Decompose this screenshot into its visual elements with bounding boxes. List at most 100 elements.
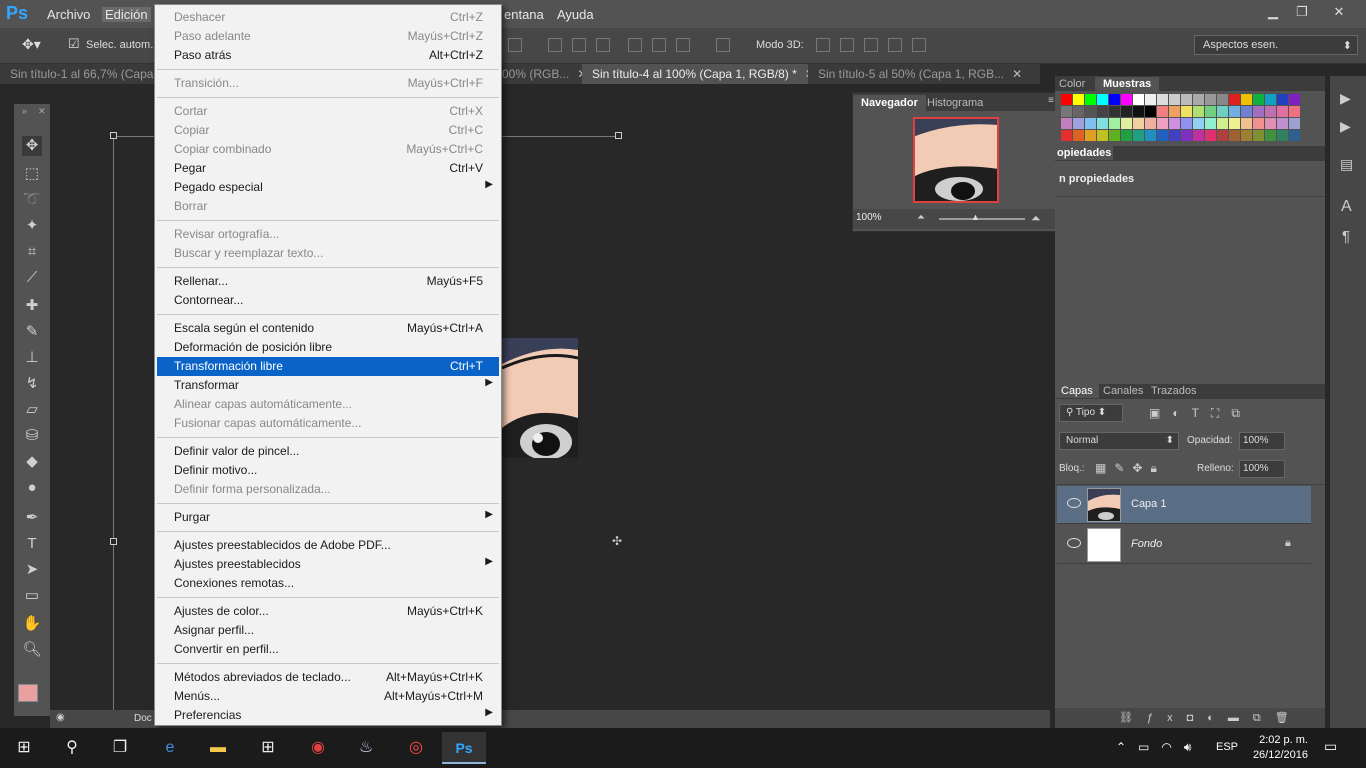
menu-item-menus[interactable]: Menús... Alt+Mayús+Ctrl+M <box>157 687 499 706</box>
chrome-icon[interactable]: ◎ <box>394 732 438 764</box>
color-swatch[interactable] <box>1253 118 1264 129</box>
lasso-tool-icon[interactable]: ➰ <box>22 190 42 210</box>
panel-menu-icon[interactable]: ≡ <box>1048 95 1054 106</box>
align-hcenter-icon[interactable] <box>652 38 666 52</box>
color-swatch[interactable] <box>1133 106 1144 117</box>
color-swatch[interactable] <box>1265 118 1276 129</box>
layer-actions-icons[interactable]: ⛓ƒx◘◐▬⧉🗑︎ <box>1119 711 1303 725</box>
foreground-color-swatch[interactable] <box>18 684 38 702</box>
play-icon[interactable]: ▶ <box>1340 90 1351 107</box>
minimize-icon[interactable]: ▁ <box>1262 4 1284 22</box>
menu-item-transformar[interactable]: Transformar ▶ <box>157 376 499 395</box>
color-swatch[interactable] <box>1265 106 1276 117</box>
menu-item-preferencias[interactable]: Preferencias ▶ <box>157 706 499 725</box>
move-tool-icon[interactable]: ✥ <box>22 136 42 156</box>
menu-item-rellenar[interactable]: Rellenar... Mayús+F5 <box>157 272 499 291</box>
color-swatch[interactable] <box>1169 130 1180 141</box>
steam-icon[interactable]: ♨ <box>344 732 388 764</box>
menu-item-convertir-en-perfil[interactable]: Convertir en perfil... <box>157 640 499 659</box>
close-icon[interactable]: ✕ <box>1328 4 1350 22</box>
history-brush-icon[interactable]: ↯ <box>22 374 42 394</box>
zoom-in-icon[interactable]: ⏶ <box>1031 211 1041 226</box>
menu-item-copiar-combinado[interactable]: Copiar combinado Mayús+Ctrl+C <box>157 140 499 159</box>
menu-item-paso-atras[interactable]: Paso atrás Alt+Ctrl+Z <box>157 46 499 65</box>
play-icon[interactable]: ▶ <box>1340 118 1351 135</box>
color-swatch[interactable] <box>1133 94 1144 105</box>
close-panel-icon[interactable]: ✕ <box>38 106 46 117</box>
task-view-icon[interactable]: ❐ <box>98 732 142 764</box>
restore-icon[interactable]: ❐ <box>1291 4 1313 22</box>
pen-tool-icon[interactable]: ✒ <box>22 508 42 528</box>
rectangle-tool-icon[interactable]: ▭ <box>22 586 42 606</box>
collapse-icon[interactable]: » <box>22 106 27 116</box>
menu-item-copiar[interactable]: Copiar Ctrl+C <box>157 121 499 140</box>
layer-filter-icons[interactable]: ▣◐T⛶⧉ <box>1149 406 1252 421</box>
color-swatch[interactable] <box>1145 94 1156 105</box>
close-tab-icon[interactable]: ✕ <box>1012 67 1022 81</box>
tray-icons[interactable]: ⌃▭◠🔊︎ <box>1116 740 1203 755</box>
menu-item-buscar-y-reemplazar-texto[interactable]: Buscar y reemplazar texto... <box>157 244 499 263</box>
color-swatch[interactable] <box>1229 106 1240 117</box>
color-swatch[interactable] <box>1109 106 1120 117</box>
color-swatch[interactable] <box>1193 130 1204 141</box>
color-swatch[interactable] <box>1205 130 1216 141</box>
color-swatch[interactable] <box>1085 106 1096 117</box>
menu-item-definir-motivo[interactable]: Definir motivo... <box>157 461 499 480</box>
3d-roll-icon[interactable] <box>840 38 854 52</box>
menu-ayuda[interactable]: Ayuda <box>557 7 594 22</box>
zoom-out-icon[interactable]: ⏶ <box>917 212 925 223</box>
menu-item-deformacion-de-posicion-libre[interactable]: Deformación de posición libre <box>157 338 499 357</box>
menu-edicion[interactable]: Edición <box>102 7 151 22</box>
lock-icons[interactable]: ▦✎✥🔒︎ <box>1095 461 1165 476</box>
menu-item-cortar[interactable]: Cortar Ctrl+X <box>157 102 499 121</box>
color-swatch[interactable] <box>1277 106 1288 117</box>
align-vcenter-icon[interactable] <box>572 38 586 52</box>
language-indicator[interactable]: ESP <box>1216 741 1238 753</box>
color-swatch[interactable] <box>1121 94 1132 105</box>
swatch-grid[interactable] <box>1061 94 1305 142</box>
photoshop-taskbar-icon[interactable]: Ps <box>442 732 486 764</box>
color-swatch[interactable] <box>1289 94 1300 105</box>
move-tool-icon[interactable]: ✥▾ <box>22 36 41 53</box>
hand-tool-icon[interactable]: ✋ <box>22 614 42 634</box>
file-explorer-icon[interactable]: ▬ <box>196 732 240 764</box>
menu-archivo[interactable]: Archivo <box>47 7 90 22</box>
color-swatch[interactable] <box>1277 130 1288 141</box>
menu-item-ajustes-de-color[interactable]: Ajustes de color... Mayús+Ctrl+K <box>157 602 499 621</box>
menu-item-ajustes-preestablecidos-de-adobe-pdf[interactable]: Ajustes preestablecidos de Adobe PDF... <box>157 536 499 555</box>
color-swatch[interactable] <box>1169 118 1180 129</box>
3d-pan-icon[interactable] <box>864 38 878 52</box>
color-swatch[interactable] <box>1121 118 1132 129</box>
search-icon[interactable]: ⚲ <box>50 732 94 764</box>
align-top-icon[interactable] <box>548 38 562 52</box>
menu-item-definir-valor-de-pincel[interactable]: Definir valor de pincel... <box>157 442 499 461</box>
color-swatch[interactable] <box>1277 94 1288 105</box>
menu-item-asignar-perfil[interactable]: Asignar perfil... <box>157 621 499 640</box>
color-swatch[interactable] <box>1217 94 1228 105</box>
color-swatch[interactable] <box>1241 106 1252 117</box>
menu-ventana[interactable]: entana <box>504 7 544 22</box>
character-icon[interactable]: A <box>1341 198 1352 216</box>
brush-tool-icon[interactable]: ✎ <box>22 322 42 342</box>
color-swatch[interactable] <box>1229 118 1240 129</box>
checkbox-icon[interactable]: ☑ <box>68 36 80 52</box>
menu-item-pegar[interactable]: Pegar Ctrl+V <box>157 159 499 178</box>
3d-scale-icon[interactable] <box>912 38 926 52</box>
tab-capas[interactable]: Capas <box>1055 384 1099 398</box>
color-swatch[interactable] <box>1217 118 1228 129</box>
color-swatch[interactable] <box>1109 118 1120 129</box>
tab-histograma[interactable]: Histograma <box>919 95 991 111</box>
notifications-icon[interactable]: ▭ <box>1324 738 1337 755</box>
color-swatch[interactable] <box>1121 130 1132 141</box>
tab-propiedades[interactable]: opiedades <box>1055 146 1114 160</box>
menu-item-borrar[interactable]: Borrar <box>157 197 499 216</box>
path-select-icon[interactable]: ➤ <box>22 560 42 580</box>
color-swatch[interactable] <box>1061 130 1072 141</box>
layer-row-capa-1[interactable]: Capa 1 <box>1057 486 1311 524</box>
tab-navegador[interactable]: Navegador <box>853 95 926 111</box>
type-tool-icon[interactable]: T <box>22 534 42 554</box>
color-swatch[interactable] <box>1085 118 1096 129</box>
properties-dock-icon[interactable]: ▤ <box>1340 156 1353 173</box>
color-swatch[interactable] <box>1253 94 1264 105</box>
color-swatch[interactable] <box>1193 118 1204 129</box>
